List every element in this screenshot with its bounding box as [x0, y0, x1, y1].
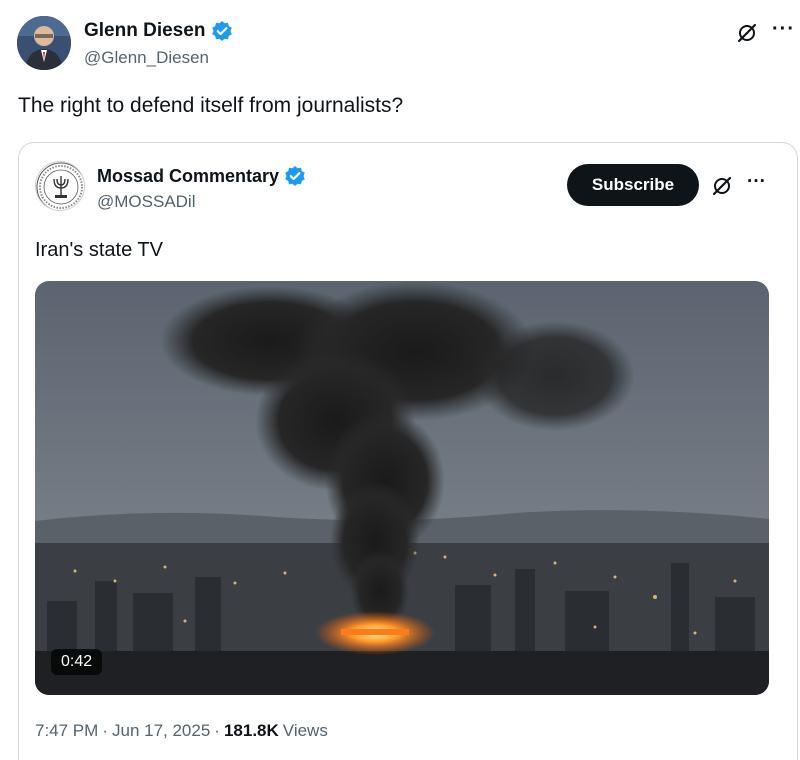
- video-duration-badge: 0:42: [51, 649, 103, 675]
- author-avatar[interactable]: [17, 16, 71, 70]
- author-handle[interactable]: @Glenn_Diesen: [84, 48, 209, 68]
- quoted-post[interactable]: Mossad Commentary @MOSSADil Subscribe ··…: [18, 142, 798, 760]
- grok-icon[interactable]: [736, 22, 758, 44]
- video-thumbnail: [35, 281, 769, 695]
- verified-badge-icon: [284, 165, 306, 187]
- quoted-author-name-row: Mossad Commentary: [97, 165, 306, 187]
- quoted-author-avatar[interactable]: [35, 161, 85, 211]
- more-icon[interactable]: ···: [747, 171, 766, 193]
- author-name-row: Glenn Diesen: [84, 20, 233, 42]
- post-time[interactable]: 7:47 PM: [35, 721, 98, 741]
- views-label: Views: [282, 721, 328, 740]
- quoted-author-name[interactable]: Mossad Commentary: [97, 166, 279, 187]
- more-icon[interactable]: ···: [772, 18, 795, 41]
- grok-icon[interactable]: [711, 175, 733, 197]
- quoted-post-text: Iran's state TV: [35, 239, 163, 261]
- views-count: 181.8K: [223, 721, 279, 740]
- post-date[interactable]: Jun 17, 2025: [112, 721, 210, 741]
- post-header: Glenn Diesen @Glenn_Diesen ···: [0, 0, 800, 80]
- video-player[interactable]: 0:42: [35, 281, 769, 695]
- subscribe-button[interactable]: Subscribe: [567, 164, 699, 206]
- verified-badge-icon: [211, 20, 233, 42]
- separator: ·: [214, 721, 220, 740]
- quoted-author-handle[interactable]: @MOSSADil: [97, 192, 196, 212]
- post-text: The right to defend itself from journali…: [18, 94, 404, 117]
- post-metadata: 7:47 PM · Jun 17, 2025 · 181.8K Views: [35, 721, 328, 741]
- author-name[interactable]: Glenn Diesen: [84, 20, 205, 42]
- separator: ·: [102, 721, 108, 740]
